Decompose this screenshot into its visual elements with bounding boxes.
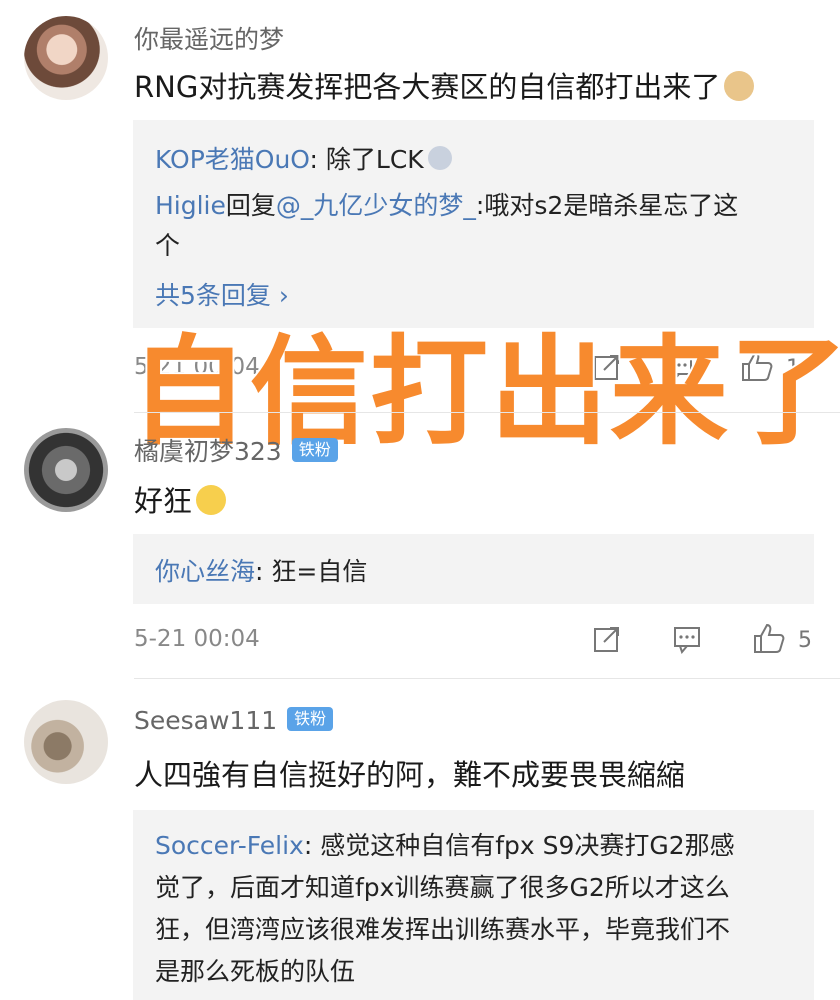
funny-emoji-icon (427, 146, 452, 170)
timestamp: 5-21 00:04 (134, 626, 260, 652)
reply-author[interactable]: Soccer-Felix (155, 831, 304, 860)
reply-continuation: 是那么死板的队伍 (155, 957, 356, 986)
comment-icon[interactable] (672, 624, 702, 654)
doge-emoji-icon (724, 71, 755, 101)
reply-box[interactable]: Soccer-Felix: 感觉这种自信有fpx S9决赛打G2那感 觉了，后面… (133, 810, 814, 1000)
smirk-emoji-icon (196, 485, 227, 515)
comment-text: RNG对抗赛发挥把各大赛区的自信都打出来了 (134, 64, 755, 106)
avatar[interactable] (24, 16, 108, 100)
reply-continuation: 个 (155, 231, 181, 260)
reply-author[interactable]: 你心丝海 (155, 557, 255, 586)
reply-item[interactable]: Soccer-Felix: 感觉这种自信有fpx S9决赛打G2那感 (155, 826, 735, 862)
reply-item[interactable]: Higlie回复@_九亿少女的梦_:哦对s2是暗杀星忘了这 (155, 186, 738, 222)
reply-continuation: 狂，但湾湾应该很难发挥出训练赛水平，毕竟我们不 (155, 915, 731, 944)
fan-badge: 铁粉 (291, 438, 338, 462)
divider (134, 678, 840, 679)
divider (134, 412, 840, 413)
reply-author[interactable]: Higlie (155, 191, 226, 220)
avatar[interactable] (24, 428, 108, 512)
reply-item[interactable]: 你心丝海: 狂=自信 (155, 552, 367, 588)
username-row: 橘虞初梦323 铁粉 (134, 432, 338, 468)
reply-box[interactable]: 你心丝海: 狂=自信 (133, 534, 814, 604)
reply-author[interactable]: KOP老猫OuO (155, 145, 310, 174)
share-icon[interactable] (592, 624, 622, 654)
username[interactable]: 你最遥远的梦 (134, 20, 284, 56)
comment-text: 人四強有自信挺好的阿，難不成要畏畏縮縮 (134, 758, 686, 792)
reply-mention[interactable]: @_九亿少女的梦_ (276, 191, 476, 220)
comment-text: 好狂 (134, 478, 227, 520)
fan-badge: 铁粉 (287, 707, 334, 731)
avatar[interactable] (24, 700, 108, 784)
username[interactable]: 橘虞初梦323 (134, 437, 282, 466)
reply-item[interactable]: KOP老猫OuO: 除了LCK (155, 140, 452, 176)
like-count: 5 (798, 628, 812, 653)
username-row: Seesaw111 铁粉 (134, 706, 334, 735)
username[interactable]: Seesaw111 (134, 706, 277, 735)
like-icon[interactable] (752, 622, 786, 654)
reply-continuation: 觉了，后面才知道fpx训练赛赢了很多G2所以才这么 (155, 873, 730, 902)
